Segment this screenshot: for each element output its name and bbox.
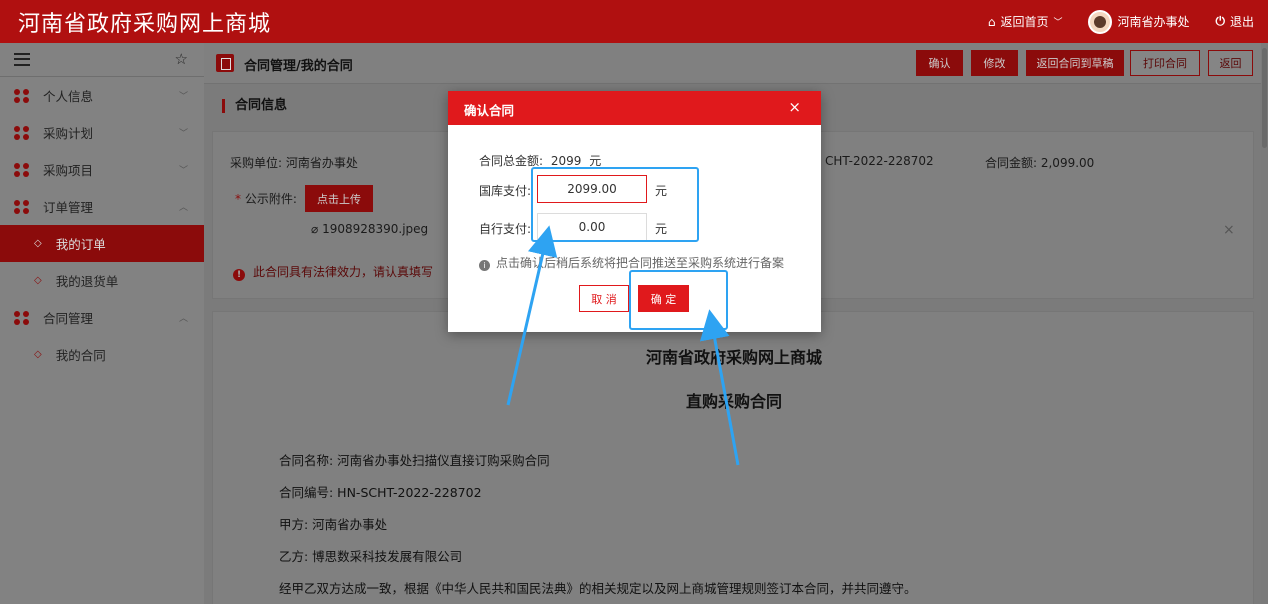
annotation-arrow	[506, 225, 558, 406]
annotation-arrow	[699, 309, 740, 466]
annotation-arrows	[506, 225, 740, 466]
